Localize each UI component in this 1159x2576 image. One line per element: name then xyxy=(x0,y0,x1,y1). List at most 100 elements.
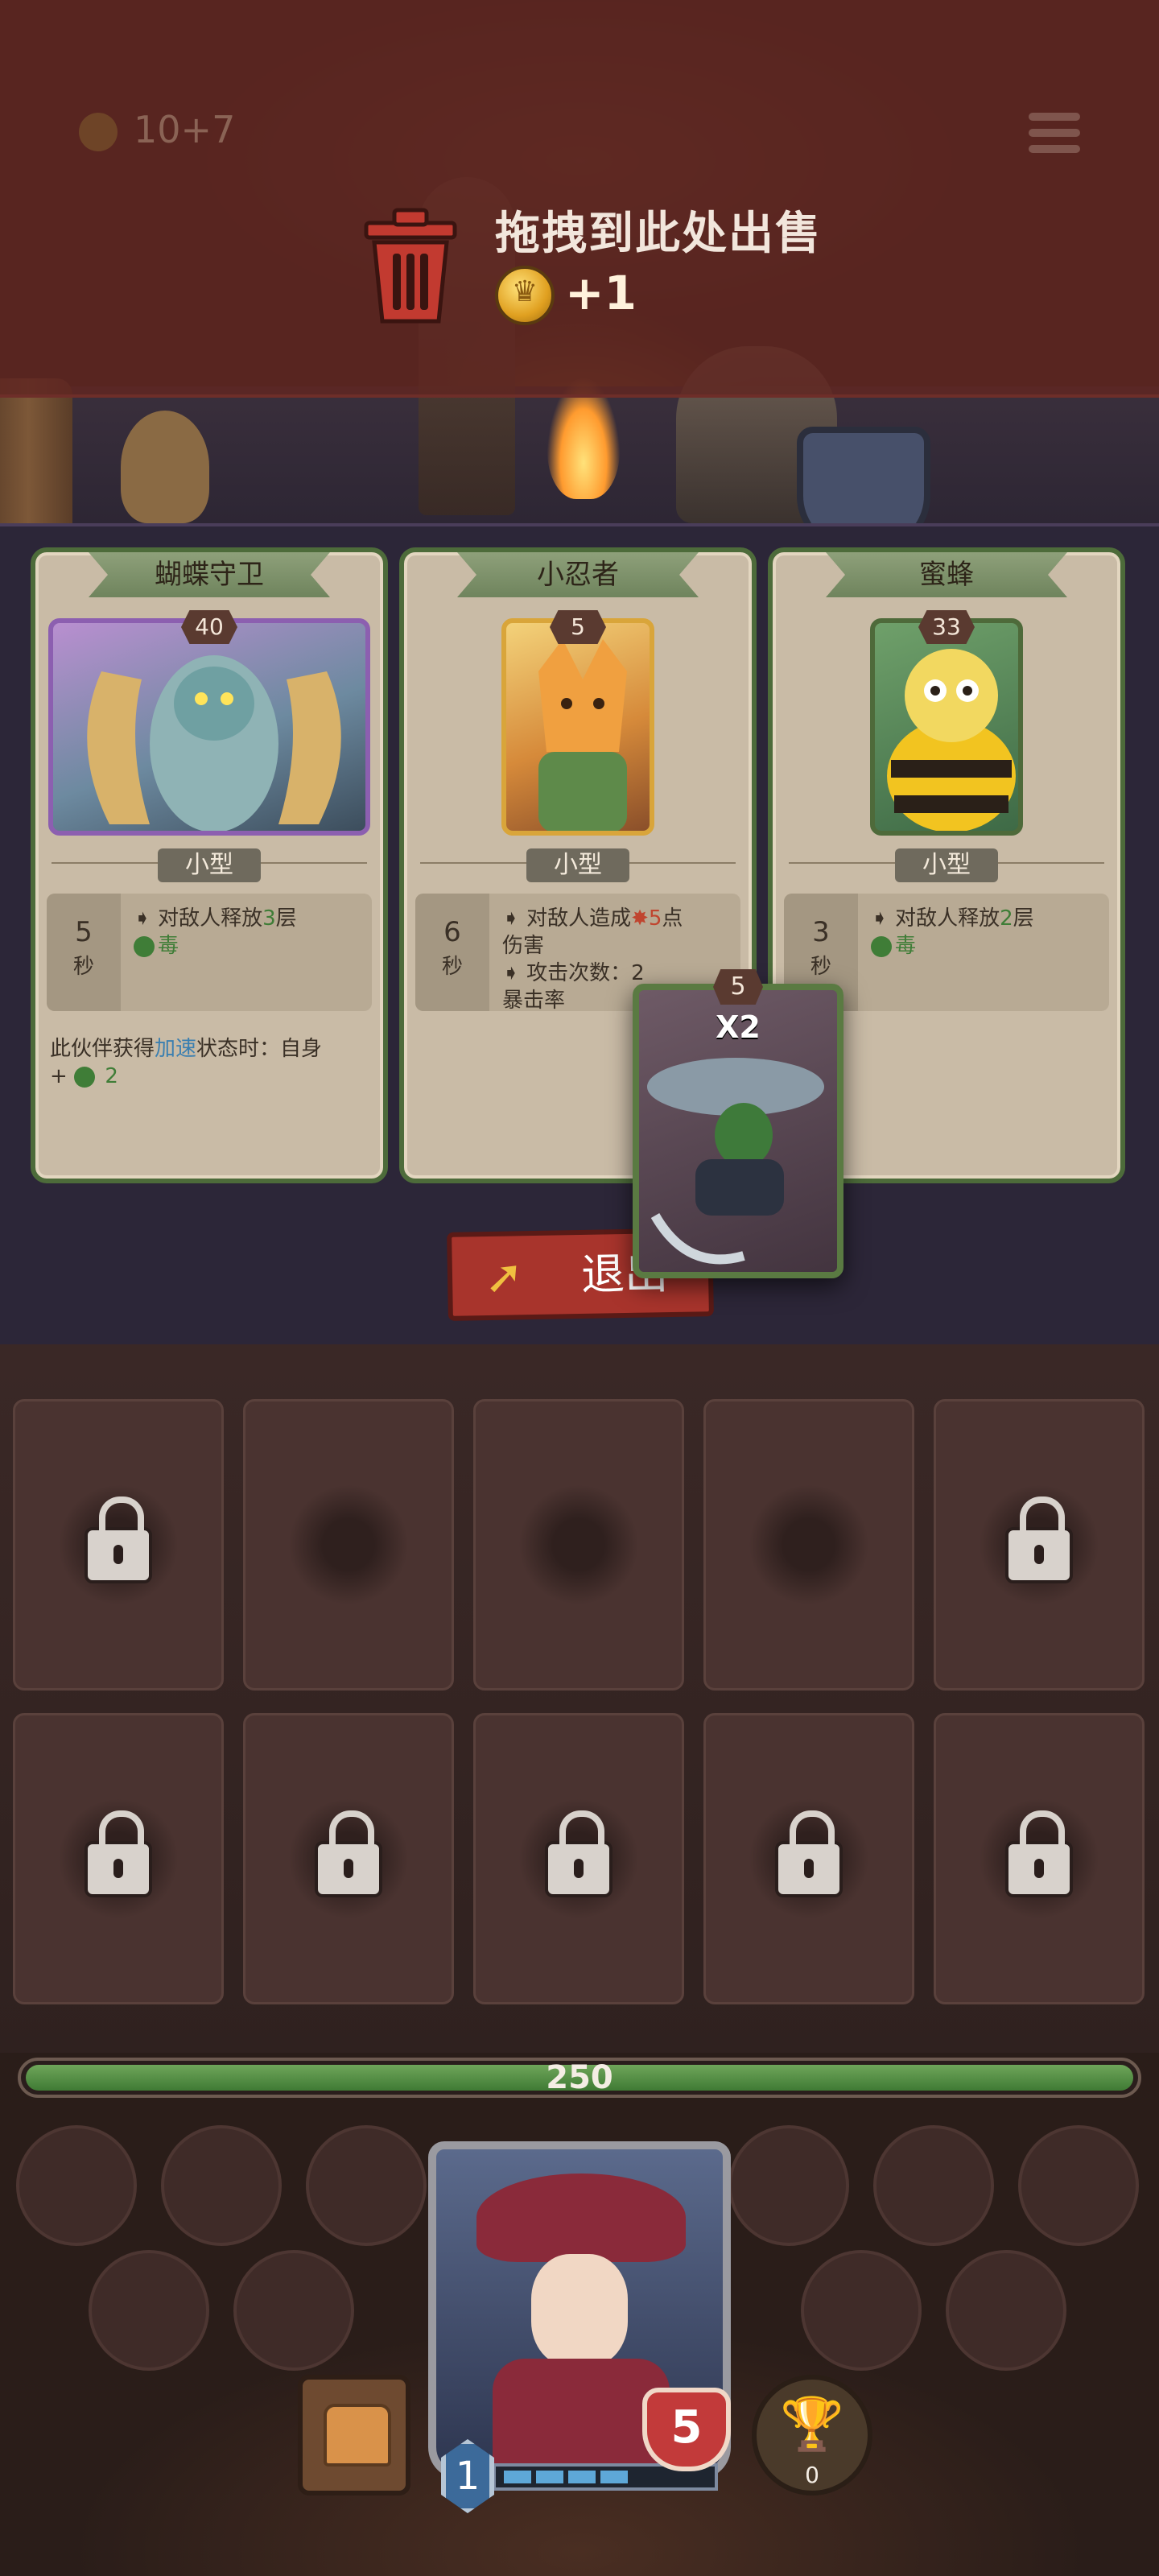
cooldown-unit: 秒 xyxy=(441,955,463,979)
effect-value: 2 xyxy=(1000,906,1013,931)
lock-icon xyxy=(85,1810,152,1897)
skill-box: 5 秒 ➧ 对敌人释放3层 毒 xyxy=(47,894,372,1011)
inventory-slot-locked[interactable] xyxy=(703,1713,914,2004)
xp-segment xyxy=(600,2471,628,2483)
equipment-slot[interactable] xyxy=(873,2125,994,2246)
size-tag: 小型 xyxy=(526,848,629,882)
effect-suffix: 点 xyxy=(662,906,683,931)
passive-effect: 此伙伴获得加速状态时：自身 + 2 xyxy=(50,1035,369,1090)
effect-status: 毒 xyxy=(158,934,179,958)
companion-portrait xyxy=(870,618,1023,836)
gold-coin-icon xyxy=(79,113,118,151)
effect-line2: 伤害 xyxy=(502,934,545,958)
card-level-badge: 33 xyxy=(918,610,975,644)
companion-portrait xyxy=(501,618,654,836)
effect-prefix: 对敌人造成 xyxy=(526,906,632,931)
dragged-companion-card[interactable]: 5 X2 xyxy=(633,969,843,1278)
menu-icon[interactable] xyxy=(1029,113,1080,158)
card-level-badge: 40 xyxy=(181,610,237,644)
equipment-slot[interactable] xyxy=(306,2125,427,2246)
equipment-slot[interactable] xyxy=(89,2250,209,2371)
cooldown-value: 5 xyxy=(75,916,93,948)
inventory-slot[interactable] xyxy=(703,1399,914,1690)
inventory-slot[interactable] xyxy=(243,1399,454,1690)
inventory-slot-locked[interactable] xyxy=(934,1713,1145,2004)
trash-icon xyxy=(364,208,457,324)
inventory-slot-locked[interactable] xyxy=(13,1713,224,2004)
poison-skull-icon xyxy=(74,1066,96,1088)
sell-drop-zone[interactable]: 10+7 拖拽到此处出售 +1 xyxy=(0,0,1159,398)
lock-icon xyxy=(1005,1496,1073,1583)
equipment-slot[interactable] xyxy=(801,2250,922,2371)
poison-skull-icon xyxy=(134,935,155,957)
skill-effect: ➧ 对敌人释放3层 毒 xyxy=(134,906,297,958)
backpack-chest-button[interactable] xyxy=(298,2375,410,2496)
exit-arrow-icon: ➚ xyxy=(484,1249,525,1305)
sell-instruction: 拖拽到此处出售 xyxy=(495,208,822,260)
equipment-slot[interactable] xyxy=(233,2250,354,2371)
companion-portrait xyxy=(48,618,370,836)
cooldown-value: 3 xyxy=(812,916,830,948)
inventory-slot-locked[interactable] xyxy=(243,1713,454,2004)
inventory-slot-locked[interactable] xyxy=(934,1399,1145,1690)
effect-line3: 攻击次数：2 xyxy=(526,961,645,985)
xp-segment xyxy=(504,2471,531,2483)
cooldown-value: 6 xyxy=(443,916,461,948)
health-value: 250 xyxy=(546,2059,613,2096)
effect-suffix: 层 xyxy=(1013,906,1034,931)
passive-value: 2 xyxy=(105,1064,118,1088)
sell-value: +1 xyxy=(565,266,637,320)
effect-value: 3 xyxy=(262,906,276,931)
cooldown: 5 秒 xyxy=(47,894,121,1011)
equipment-slot[interactable] xyxy=(16,2125,137,2246)
equipment-slot[interactable] xyxy=(728,2125,849,2246)
fox-ninja-art xyxy=(538,639,627,831)
butterfly-guard-art xyxy=(87,655,341,831)
hero-face xyxy=(531,2254,628,2367)
effect-prefix: 对敌人释放 xyxy=(895,906,1000,931)
effect-prefix: 对敌人释放 xyxy=(158,906,263,931)
damage-burst-icon: ✸ xyxy=(631,906,649,931)
inventory-slot-locked[interactable] xyxy=(13,1399,224,1690)
effect-status: 毒 xyxy=(895,934,917,958)
size-tag: 小型 xyxy=(158,848,261,882)
xp-segment xyxy=(536,2471,563,2483)
pirate-hat xyxy=(476,2174,686,2262)
cooldown: 6 秒 xyxy=(415,894,489,1011)
gold-counter: 10+7 xyxy=(134,108,236,151)
cooldown-unit: 秒 xyxy=(810,955,831,979)
card-title: 蝴蝶守卫 xyxy=(89,552,330,597)
equipment-slot[interactable] xyxy=(1018,2125,1139,2246)
passive-plus: + xyxy=(50,1064,68,1088)
passive-prefix: 此伙伴获得 xyxy=(50,1037,155,1061)
inventory-slot-locked[interactable] xyxy=(473,1713,684,2004)
effect-suffix: 层 xyxy=(275,906,297,931)
card-title: 蜜蜂 xyxy=(826,552,1067,597)
bee-art xyxy=(887,649,1016,831)
card-title: 小忍者 xyxy=(457,552,699,597)
barrel-decoration xyxy=(0,378,72,539)
size-tag: 小型 xyxy=(895,848,998,882)
backpack-grid xyxy=(0,1344,1159,2053)
sack-decoration xyxy=(121,411,209,523)
poison-skull-icon xyxy=(871,935,892,957)
lock-icon xyxy=(85,1496,152,1583)
effect-line4: 暴击率 xyxy=(502,989,566,1013)
cooldown-unit: 秒 xyxy=(72,955,94,979)
ninja-frog-art xyxy=(647,1058,824,1265)
card-level-badge: 5 xyxy=(550,610,606,644)
effect-value: 5 xyxy=(648,906,662,931)
equipment-slot[interactable] xyxy=(946,2250,1066,2371)
trophy-button[interactable]: 🏆 0 xyxy=(752,2375,872,2496)
companion-card-butterfly-guard[interactable]: 蝴蝶守卫 40 小型 5 秒 ➧ 对敌人释放3层 毒 此伙伴获得加速状态时：自身… xyxy=(31,547,388,1183)
trophy-icon: 🏆 xyxy=(780,2395,844,2454)
xp-segment xyxy=(568,2471,596,2483)
lock-icon xyxy=(315,1810,382,1897)
trophy-count: 0 xyxy=(805,2462,819,2488)
lock-icon xyxy=(775,1810,843,1897)
inventory-slot[interactable] xyxy=(473,1399,684,1690)
card-level-badge: 5 xyxy=(713,969,763,1005)
passive-keyword: 加速 xyxy=(155,1037,197,1061)
equipment-slot[interactable] xyxy=(161,2125,282,2246)
heart-value: 5 xyxy=(642,2388,731,2471)
